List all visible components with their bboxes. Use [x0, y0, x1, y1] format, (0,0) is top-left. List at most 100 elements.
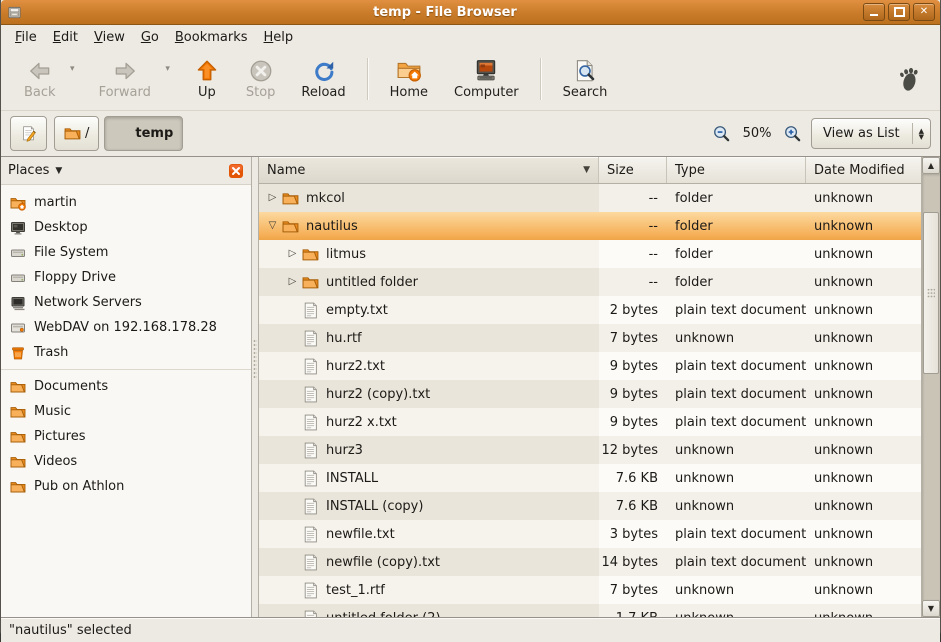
type-cell: folder	[667, 212, 806, 240]
vertical-scrollbar[interactable]: ▲ ▼	[921, 157, 940, 617]
dropdown-chevron-icon[interactable]: ▾	[70, 64, 75, 74]
reload-button[interactable]: ▾ Reload	[288, 56, 358, 102]
computer-button[interactable]: ▾ Computer	[441, 56, 532, 102]
zoom-in-button[interactable]	[783, 124, 802, 143]
type-cell: plain text document	[667, 380, 806, 408]
mkcol[interactable]: ▷ mkcol -- folder unknown	[259, 184, 921, 212]
computer-icon	[473, 58, 499, 84]
menu-view[interactable]: View	[86, 28, 133, 47]
test_1.rtf[interactable]: test_1.rtf 7 bytes unknown unknown	[259, 576, 921, 604]
network-icon	[10, 295, 26, 311]
hurz3[interactable]: hurz3 12 bytes unknown unknown	[259, 436, 921, 464]
view-mode-select[interactable]: View as List ▲▼	[811, 118, 931, 149]
size-cell: 9 bytes	[599, 380, 667, 408]
window-icon	[6, 5, 23, 20]
expander-icon[interactable]: ▽	[264, 221, 281, 231]
expander-icon[interactable]: ▷	[284, 249, 301, 259]
path-root-button[interactable]: /	[54, 116, 99, 151]
INSTALL (copy)[interactable]: INSTALL (copy) 7.6 KB unknown unknown	[259, 492, 921, 520]
hurz2 x.txt[interactable]: hurz2 x.txt 9 bytes plain text document …	[259, 408, 921, 436]
places-selector[interactable]: Places	[8, 163, 49, 178]
separator	[540, 58, 542, 100]
name-cell: test_1.rtf	[259, 576, 599, 604]
scrollbar-thumb[interactable]	[923, 212, 939, 374]
up-button[interactable]: ▾ Up	[181, 56, 233, 102]
minimize-button[interactable]	[863, 3, 885, 21]
stop-button[interactable]: ▾ Stop	[233, 56, 289, 102]
menu-bookmarks[interactable]: Bookmarks	[167, 28, 256, 47]
back-button[interactable]: ▾ Back	[11, 56, 82, 102]
sidebar-item-floppy-drive[interactable]: Floppy Drive	[1, 265, 251, 290]
date-modified-cell: unknown	[806, 296, 921, 324]
text-file-icon	[302, 386, 319, 403]
newfile.txt[interactable]: newfile.txt 3 bytes plain text document …	[259, 520, 921, 548]
spinner-arrows-icon: ▲▼	[912, 123, 930, 144]
expander-icon[interactable]: ▷	[284, 277, 301, 287]
menu-edit[interactable]: Edit	[45, 28, 86, 47]
list-header: Name ▼ Size Type Date Modified	[259, 157, 921, 184]
pane-splitter[interactable]	[252, 157, 258, 617]
hurz2.txt[interactable]: hurz2.txt 9 bytes plain text document un…	[259, 352, 921, 380]
menu-go[interactable]: Go	[133, 28, 167, 47]
edit-location-button[interactable]	[10, 116, 47, 151]
text-file-icon	[302, 330, 319, 347]
sidebar-item-webdav[interactable]: WebDAV on 192.168.178.28	[1, 315, 251, 340]
sidebar-item-desktop[interactable]: Desktop	[1, 215, 251, 240]
sidebar-item-network-servers[interactable]: Network Servers	[1, 290, 251, 315]
scroll-down-button[interactable]: ▼	[922, 600, 940, 617]
column-header-size[interactable]: Size	[599, 157, 667, 183]
hurz2 (copy).txt[interactable]: hurz2 (copy).txt 9 bytes plain text docu…	[259, 380, 921, 408]
column-header-type[interactable]: Type	[667, 157, 806, 183]
close-button[interactable]: ✕	[913, 3, 935, 21]
search-button[interactable]: ▾ Search	[550, 56, 621, 102]
sidebar-item-trash[interactable]: Trash	[1, 340, 251, 365]
sidebar-item-music[interactable]: Music	[1, 399, 251, 424]
sidebar-close-button[interactable]	[228, 163, 244, 179]
main-area: Places ▼ martin Desktop	[1, 156, 940, 618]
type-cell: unknown	[667, 464, 806, 492]
home-button[interactable]: ▾ Home	[377, 56, 441, 102]
expander-icon[interactable]: ▷	[264, 193, 281, 203]
newfile (copy).txt[interactable]: newfile (copy).txt 14 bytes plain text d…	[259, 548, 921, 576]
forward-button[interactable]: ▾ Forward	[86, 56, 177, 102]
sidebar-item-file-system[interactable]: File System	[1, 240, 251, 265]
folder-icon	[10, 404, 26, 420]
scroll-up-button[interactable]: ▲	[922, 157, 940, 174]
sidebar-item-martin[interactable]: martin	[1, 190, 251, 215]
date-modified-cell: unknown	[806, 604, 921, 617]
column-header-name[interactable]: Name ▼	[259, 157, 599, 183]
dropdown-chevron-icon[interactable]: ▾	[165, 64, 170, 74]
sidebar-item-documents[interactable]: Documents	[1, 374, 251, 399]
untitled folder (2)[interactable]: untitled folder (2) 1.7 KB unknown unkno…	[259, 604, 921, 617]
untitled folder[interactable]: ▷ untitled folder -- folder unknown	[259, 268, 921, 296]
INSTALL[interactable]: INSTALL 7.6 KB unknown unknown	[259, 464, 921, 492]
close-icon: ✕	[920, 7, 928, 17]
maximize-button[interactable]	[888, 3, 910, 21]
menu-help[interactable]: Help	[256, 28, 302, 47]
path-temp-button[interactable]: temp	[104, 116, 183, 151]
maximize-icon	[894, 7, 905, 17]
size-cell: 2 bytes	[599, 296, 667, 324]
titlebar[interactable]: temp - File Browser ✕	[1, 0, 940, 25]
date-modified-cell: unknown	[806, 548, 921, 576]
zoom-out-button[interactable]	[712, 124, 731, 143]
column-header-date-modified[interactable]: Date Modified	[806, 157, 921, 183]
empty.txt[interactable]: empty.txt 2 bytes plain text document un…	[259, 296, 921, 324]
nautilus[interactable]: ▽ nautilus -- folder unknown	[259, 212, 921, 240]
toolbar: ▾ Back ▾ Forward ▾ Up ▾	[1, 49, 940, 111]
hu.rtf[interactable]: hu.rtf 7 bytes unknown unknown	[259, 324, 921, 352]
folder-icon	[10, 379, 26, 395]
places-list: martin Desktop File System Flopp	[1, 185, 251, 617]
scrollbar-track[interactable]	[922, 174, 940, 600]
name-cell: INSTALL	[259, 464, 599, 492]
sidebar-item-pictures[interactable]: Pictures	[1, 424, 251, 449]
menu-file[interactable]: File	[7, 28, 45, 47]
size-cell: 14 bytes	[599, 548, 667, 576]
sidebar-item-videos[interactable]: Videos	[1, 449, 251, 474]
sidebar-item-pub-on-athlon[interactable]: Pub on Athlon	[1, 474, 251, 499]
litmus[interactable]: ▷ litmus -- folder unknown	[259, 240, 921, 268]
status-text: "nautilus" selected	[9, 623, 132, 638]
name-cell: empty.txt	[259, 296, 599, 324]
file-name: empty.txt	[326, 303, 388, 318]
drive-icon	[10, 270, 26, 286]
